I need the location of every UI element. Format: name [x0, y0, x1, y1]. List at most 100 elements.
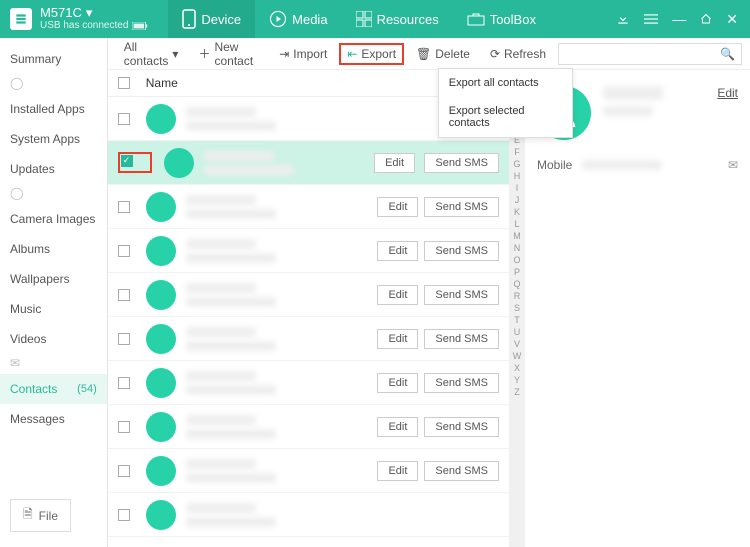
- content-area: All contacts ▾ ＋New contact ⇥Import ⇤Exp…: [108, 38, 750, 547]
- row-checkbox[interactable]: [118, 201, 130, 213]
- sidebar-camera-images[interactable]: Camera Images: [0, 204, 107, 234]
- device-block[interactable]: M571C▾ USB has connected: [40, 6, 148, 32]
- alpha-index: #ABCDEFGHIJKLMNOPQRSTUVWXYZ: [509, 70, 525, 547]
- row-checkbox[interactable]: [118, 421, 130, 433]
- alpha-I[interactable]: I: [516, 182, 519, 194]
- close-icon[interactable]: ✕: [726, 11, 738, 28]
- send-sms-button[interactable]: Send SMS: [424, 153, 499, 173]
- nav-media[interactable]: Media: [255, 0, 341, 38]
- play-icon: [269, 10, 287, 28]
- sidebar-albums[interactable]: Albums: [0, 234, 107, 264]
- export-all-option[interactable]: Export all contacts: [439, 69, 572, 97]
- edit-button[interactable]: Edit: [377, 417, 418, 437]
- alpha-Q[interactable]: Q: [513, 278, 520, 290]
- avatar: [146, 280, 176, 310]
- alpha-Y[interactable]: Y: [514, 374, 520, 386]
- contact-row[interactable]: Edit Send SMS: [108, 273, 509, 317]
- battery-icon: [132, 22, 148, 30]
- avatar: [146, 324, 176, 354]
- alpha-M[interactable]: M: [513, 230, 521, 242]
- contact-row[interactable]: Edit Send SMS: [108, 141, 509, 185]
- row-checkbox[interactable]: [118, 245, 130, 257]
- row-checkbox[interactable]: [118, 333, 130, 345]
- alpha-G[interactable]: G: [513, 158, 520, 170]
- contact-row[interactable]: Edit Send SMS: [108, 361, 509, 405]
- sidebar-wallpapers[interactable]: Wallpapers: [0, 264, 107, 294]
- row-checkbox[interactable]: [118, 509, 130, 521]
- filter-all-contacts[interactable]: All contacts ▾: [116, 37, 187, 71]
- mail-icon[interactable]: ✉: [728, 158, 738, 172]
- alpha-X[interactable]: X: [514, 362, 520, 374]
- alpha-R[interactable]: R: [514, 290, 521, 302]
- sidebar-contacts[interactable]: Contacts(54): [0, 374, 107, 404]
- contact-row[interactable]: Edit Send SMS: [108, 185, 509, 229]
- edit-button[interactable]: Edit: [377, 285, 418, 305]
- contact-row[interactable]: Edit Send SMS: [108, 449, 509, 493]
- alpha-Z[interactable]: Z: [514, 386, 520, 398]
- row-checkbox[interactable]: [118, 465, 130, 477]
- send-sms-button[interactable]: Send SMS: [424, 285, 499, 305]
- edit-button[interactable]: Edit: [374, 153, 415, 173]
- send-sms-button[interactable]: Send SMS: [424, 197, 499, 217]
- menu-icon[interactable]: [644, 12, 658, 26]
- alpha-T[interactable]: T: [514, 314, 520, 326]
- search-input[interactable]: [565, 47, 720, 61]
- refresh-button[interactable]: ⟳Refresh: [482, 44, 554, 64]
- contact-row[interactable]: [108, 493, 509, 537]
- edit-button[interactable]: Edit: [377, 461, 418, 481]
- maximize-icon[interactable]: [700, 13, 712, 25]
- contact-row[interactable]: Edit Send SMS: [108, 317, 509, 361]
- new-contact-button[interactable]: ＋New contact: [190, 37, 267, 71]
- alpha-K[interactable]: K: [514, 206, 520, 218]
- download-icon[interactable]: [616, 12, 630, 26]
- send-sms-button[interactable]: Send SMS: [424, 241, 499, 261]
- search-box[interactable]: 🔍: [558, 43, 742, 65]
- nav-toolbox[interactable]: ToolBox: [453, 0, 550, 38]
- edit-button[interactable]: Edit: [377, 197, 418, 217]
- import-button[interactable]: ⇥Import: [271, 44, 335, 64]
- alpha-P[interactable]: P: [514, 266, 520, 278]
- minimize-icon[interactable]: —: [672, 11, 686, 27]
- sidebar-summary[interactable]: Summary: [0, 44, 107, 74]
- send-sms-button[interactable]: Send SMS: [424, 461, 499, 481]
- sidebar-music[interactable]: Music: [0, 294, 107, 324]
- sidebar-messages[interactable]: Messages: [0, 404, 107, 434]
- alpha-S[interactable]: S: [514, 302, 520, 314]
- nav-resources[interactable]: Resources: [342, 0, 453, 38]
- export-button[interactable]: ⇤Export: [339, 43, 404, 65]
- sidebar-system-apps[interactable]: System Apps: [0, 124, 107, 154]
- alpha-W[interactable]: W: [513, 350, 522, 362]
- edit-button[interactable]: Edit: [377, 373, 418, 393]
- contact-row[interactable]: Edit Send SMS: [108, 229, 509, 273]
- edit-button[interactable]: Edit: [377, 329, 418, 349]
- alpha-V[interactable]: V: [514, 338, 520, 350]
- row-checkbox-highlighted[interactable]: [118, 152, 152, 173]
- contact-row[interactable]: Edit Send SMS: [108, 405, 509, 449]
- alpha-F[interactable]: F: [514, 146, 520, 158]
- alpha-O[interactable]: O: [513, 254, 520, 266]
- search-icon[interactable]: 🔍: [720, 47, 735, 61]
- sidebar-videos[interactable]: Videos: [0, 324, 107, 354]
- select-all-checkbox[interactable]: [118, 77, 130, 89]
- file-button[interactable]: 🗎 File: [10, 499, 71, 532]
- export-selected-option[interactable]: Export selected contacts: [439, 97, 572, 137]
- send-sms-button[interactable]: Send SMS: [424, 329, 499, 349]
- send-sms-button[interactable]: Send SMS: [424, 373, 499, 393]
- delete-button[interactable]: 🗑Delete: [408, 44, 478, 64]
- edit-button[interactable]: Edit: [377, 241, 418, 261]
- alpha-J[interactable]: J: [515, 194, 520, 206]
- nav-device[interactable]: Device: [168, 0, 255, 38]
- detail-edit-link[interactable]: Edit: [717, 86, 738, 100]
- mobile-label: Mobile: [537, 158, 572, 172]
- row-checkbox[interactable]: [118, 113, 130, 125]
- row-checkbox[interactable]: [118, 377, 130, 389]
- sidebar-updates[interactable]: Updates: [0, 154, 107, 184]
- send-sms-button[interactable]: Send SMS: [424, 417, 499, 437]
- alpha-U[interactable]: U: [514, 326, 521, 338]
- refresh-icon: ⟳: [490, 47, 500, 61]
- alpha-N[interactable]: N: [514, 242, 521, 254]
- sidebar-installed-apps[interactable]: Installed Apps: [0, 94, 107, 124]
- row-checkbox[interactable]: [118, 289, 130, 301]
- alpha-H[interactable]: H: [514, 170, 521, 182]
- alpha-L[interactable]: L: [514, 218, 519, 230]
